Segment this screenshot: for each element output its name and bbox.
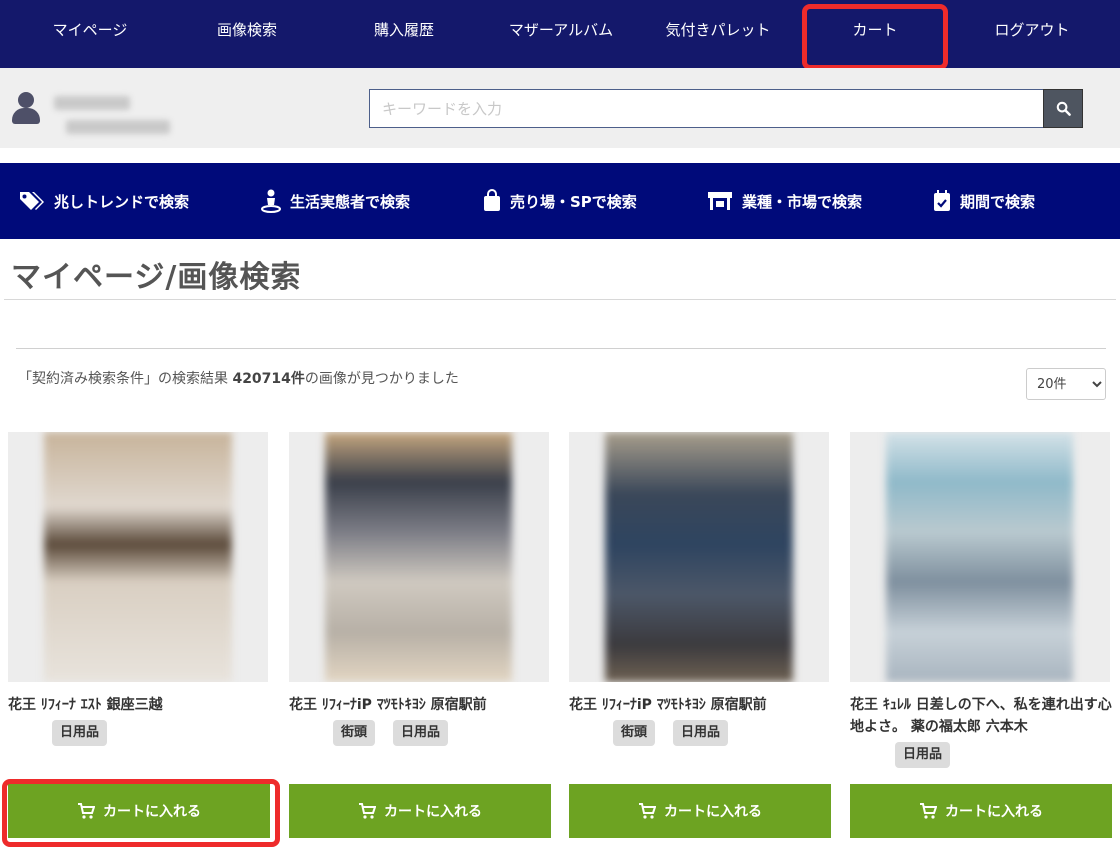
card-caption: 花王 ﾘﾌｨｰﾅ ｴｽﾄ 銀座三越 bbox=[8, 697, 163, 713]
card-tag: 日用品 bbox=[673, 720, 729, 746]
result-count: 420714件 bbox=[232, 371, 305, 387]
results-divider bbox=[16, 348, 1106, 349]
search-button[interactable] bbox=[1043, 89, 1083, 128]
card-tag: 日用品 bbox=[52, 720, 108, 746]
card-caption: 花王 ﾘﾌｨｰﾅiP ﾏﾂﾓﾄｷﾖｼ 原宿駅前 bbox=[289, 697, 487, 713]
card-caption: 花王 ﾘﾌｨｰﾅiP ﾏﾂﾓﾄｷﾖｼ 原宿駅前 bbox=[569, 697, 767, 713]
cat-period[interactable]: 期間で検索 bbox=[932, 163, 1035, 239]
card-tag: 街頭 bbox=[333, 720, 376, 746]
store-icon bbox=[708, 192, 732, 210]
card-tag: 日用品 bbox=[393, 720, 449, 746]
result-card: 花王 ﾘﾌｨｰﾅ ｴｽﾄ 銀座三越 日用品 カートに入れる bbox=[8, 432, 270, 838]
shopping-bag-icon bbox=[484, 189, 500, 211]
category-nav: 兆しトレンドで検索 生活実態者で検索 売り場・SPで検索 業種・市場で検索 期間… bbox=[0, 163, 1120, 239]
calendar-check-icon bbox=[934, 190, 950, 211]
nav-palette[interactable]: 気付きパレット bbox=[648, 0, 788, 60]
cart-icon bbox=[639, 803, 656, 819]
cart-highlight-box bbox=[802, 4, 948, 70]
top-nav: マイページ 画像検索 購入履歴 マザーアルバム 気付きパレット カート ログアウ… bbox=[0, 0, 1120, 70]
cat-lifestyle-label: 生活実態者で検索 bbox=[290, 192, 411, 211]
page-title: マイページ/画像検索 bbox=[11, 260, 302, 295]
cat-trend-label: 兆しトレンドで検索 bbox=[54, 192, 190, 211]
title-divider bbox=[4, 299, 1116, 300]
search-icon bbox=[1056, 101, 1071, 116]
nav-purchase-history[interactable]: 購入履歴 bbox=[334, 0, 474, 60]
result-summary: 「契約済み検索条件」の検索結果 420714件の画像が見つかりました bbox=[18, 371, 459, 387]
result-card: 花王 ﾘﾌｨｰﾅiP ﾏﾂﾓﾄｷﾖｼ 原宿駅前 街頭 日用品 カートに入れる bbox=[289, 432, 551, 838]
cat-store-label: 売り場・SPで検索 bbox=[510, 192, 637, 211]
add-to-cart-button[interactable]: カートに入れる bbox=[569, 784, 831, 838]
cat-period-label: 期間で検索 bbox=[960, 192, 1036, 211]
person-icon bbox=[261, 189, 281, 213]
result-card: 花王 ﾘﾌｨｰﾅiP ﾏﾂﾓﾄｷﾖｼ 原宿駅前 街頭 日用品 カートに入れる bbox=[569, 432, 831, 838]
result-thumbnail[interactable] bbox=[569, 432, 829, 682]
nav-mother-album[interactable]: マザーアルバム bbox=[491, 0, 631, 60]
add-to-cart-button[interactable]: カートに入れる bbox=[289, 784, 551, 838]
add-to-cart-highlight-box bbox=[2, 779, 280, 847]
search-input[interactable] bbox=[369, 89, 1044, 128]
per-page-select[interactable]: 20件 bbox=[1026, 368, 1106, 400]
cat-lifestyle[interactable]: 生活実態者で検索 bbox=[260, 163, 410, 239]
cart-icon bbox=[920, 803, 937, 819]
user-name-redacted bbox=[54, 96, 130, 110]
cat-store[interactable]: 売り場・SPで検索 bbox=[482, 163, 637, 239]
user-company-redacted bbox=[66, 120, 170, 134]
add-to-cart-button[interactable]: カートに入れる bbox=[850, 784, 1112, 838]
cat-industry-label: 業種・市場で検索 bbox=[742, 192, 863, 211]
nav-mypage[interactable]: マイページ bbox=[20, 0, 160, 60]
cart-icon bbox=[359, 803, 376, 819]
cat-industry[interactable]: 業種・市場で検索 bbox=[706, 163, 862, 239]
nav-image-search[interactable]: 画像検索 bbox=[177, 0, 317, 60]
cat-trend[interactable]: 兆しトレンドで検索 bbox=[18, 163, 189, 239]
user-icon bbox=[12, 92, 40, 124]
nav-logout[interactable]: ログアウト bbox=[962, 0, 1102, 60]
card-tag: 街頭 bbox=[613, 720, 656, 746]
result-thumbnail[interactable] bbox=[289, 432, 549, 682]
result-card: 花王 ｷｭﾚﾙ 日差しの下へ、私を連れ出す心地よさ。 薬の福太郎 六本木 日用品… bbox=[850, 432, 1112, 838]
card-caption: 花王 ｷｭﾚﾙ 日差しの下へ、私を連れ出す心地よさ。 薬の福太郎 六本木 bbox=[850, 697, 1112, 735]
card-tag: 日用品 bbox=[895, 742, 951, 768]
tags-icon bbox=[20, 192, 44, 210]
result-thumbnail[interactable] bbox=[8, 432, 268, 682]
result-thumbnail[interactable] bbox=[850, 432, 1110, 682]
